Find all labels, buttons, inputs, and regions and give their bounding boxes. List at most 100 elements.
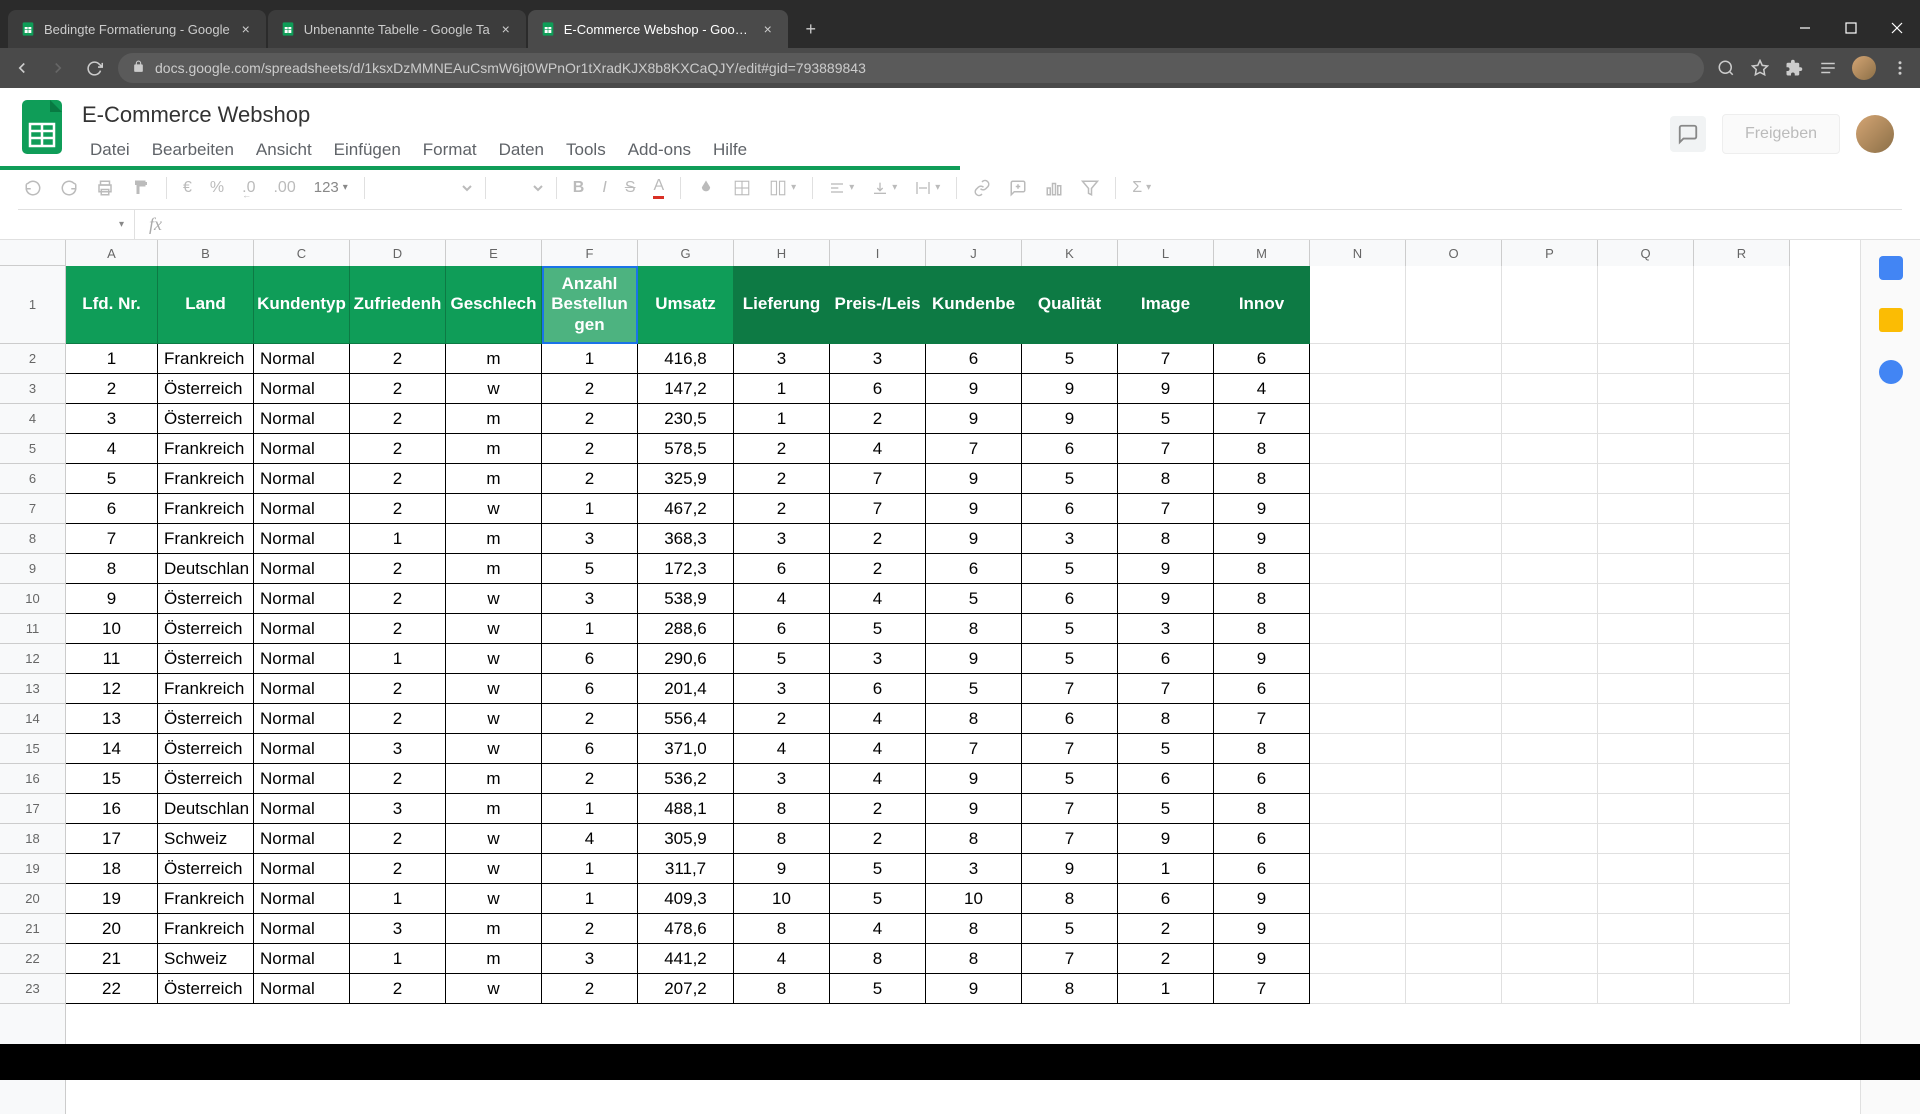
data-cell[interactable]: 1 xyxy=(542,344,638,374)
data-cell[interactable]: 368,3 xyxy=(638,524,734,554)
tasks-addon-icon[interactable] xyxy=(1879,360,1903,384)
data-cell[interactable]: 6 xyxy=(542,734,638,764)
data-cell[interactable]: 8 xyxy=(734,824,830,854)
data-cell[interactable]: m xyxy=(446,764,542,794)
data-cell[interactable]: 5 xyxy=(1118,734,1214,764)
row-header[interactable]: 17 xyxy=(0,794,65,824)
data-cell[interactable]: 467,2 xyxy=(638,494,734,524)
empty-cell[interactable] xyxy=(1598,524,1694,554)
data-cell[interactable]: 5 xyxy=(734,644,830,674)
close-icon[interactable]: × xyxy=(760,21,776,37)
empty-cell[interactable] xyxy=(1694,944,1790,974)
data-cell[interactable]: 9 xyxy=(1214,644,1310,674)
empty-cell[interactable] xyxy=(1694,434,1790,464)
data-cell[interactable]: 2 xyxy=(350,434,446,464)
empty-cell[interactable] xyxy=(1310,914,1406,944)
data-cell[interactable]: 4 xyxy=(66,434,158,464)
data-cell[interactable]: 2 xyxy=(350,494,446,524)
data-cell[interactable]: 1 xyxy=(542,884,638,914)
empty-cell[interactable] xyxy=(1502,824,1598,854)
italic-button[interactable]: I xyxy=(596,175,612,201)
empty-cell[interactable] xyxy=(1694,524,1790,554)
data-cell[interactable]: 2 xyxy=(350,764,446,794)
empty-cell[interactable] xyxy=(1406,674,1502,704)
data-cell[interactable]: 9 xyxy=(926,764,1022,794)
empty-cell[interactable] xyxy=(1598,494,1694,524)
data-cell[interactable]: 9 xyxy=(1022,374,1118,404)
row-header[interactable]: 2 xyxy=(0,344,65,374)
data-cell[interactable]: 8 xyxy=(1118,704,1214,734)
data-cell[interactable]: 6 xyxy=(1214,674,1310,704)
data-cell[interactable]: 8 xyxy=(1022,884,1118,914)
data-cell[interactable]: 9 xyxy=(926,524,1022,554)
data-cell[interactable]: 1 xyxy=(350,944,446,974)
data-cell[interactable]: 4 xyxy=(1214,374,1310,404)
data-cell[interactable]: 9 xyxy=(1214,494,1310,524)
data-cell[interactable]: 18 xyxy=(66,854,158,884)
empty-cell[interactable] xyxy=(1694,266,1790,344)
data-cell[interactable]: Österreich xyxy=(158,614,254,644)
empty-cell[interactable] xyxy=(1598,914,1694,944)
data-cell[interactable]: 6 xyxy=(1022,494,1118,524)
menu-hilfe[interactable]: Hilfe xyxy=(703,134,757,166)
table-header-cell[interactable]: Zufriedenh xyxy=(350,266,446,344)
data-cell[interactable]: 9 xyxy=(1214,524,1310,554)
data-cell[interactable]: 3 xyxy=(734,764,830,794)
data-cell[interactable]: 2 xyxy=(734,464,830,494)
data-cell[interactable]: 9 xyxy=(926,644,1022,674)
data-cell[interactable]: 5 xyxy=(830,854,926,884)
nav-back-button[interactable] xyxy=(10,56,34,80)
data-cell[interactable]: 9 xyxy=(1118,824,1214,854)
horizontal-align-button[interactable] xyxy=(823,176,860,200)
data-cell[interactable]: 2 xyxy=(830,404,926,434)
empty-cell[interactable] xyxy=(1598,464,1694,494)
data-cell[interactable]: Normal xyxy=(254,644,350,674)
window-maximize-button[interactable] xyxy=(1828,8,1874,48)
column-header[interactable]: A xyxy=(66,240,158,266)
insert-link-button[interactable] xyxy=(967,175,997,201)
data-cell[interactable]: 21 xyxy=(66,944,158,974)
column-header[interactable]: R xyxy=(1694,240,1790,266)
data-cell[interactable]: 1 xyxy=(734,374,830,404)
data-cell[interactable]: 1 xyxy=(1118,854,1214,884)
data-cell[interactable]: 2 xyxy=(350,464,446,494)
data-cell[interactable]: 7 xyxy=(66,524,158,554)
data-cell[interactable]: 2 xyxy=(542,764,638,794)
menu-datei[interactable]: Datei xyxy=(80,134,140,166)
data-cell[interactable]: 201,4 xyxy=(638,674,734,704)
empty-cell[interactable] xyxy=(1406,614,1502,644)
data-cell[interactable]: 1 xyxy=(734,404,830,434)
data-cell[interactable]: Frankreich xyxy=(158,434,254,464)
data-cell[interactable]: 4 xyxy=(830,704,926,734)
row-header[interactable]: 23 xyxy=(0,974,65,1004)
data-cell[interactable]: 2 xyxy=(350,614,446,644)
empty-cell[interactable] xyxy=(1310,824,1406,854)
data-cell[interactable]: 8 xyxy=(734,974,830,1004)
data-cell[interactable]: 1 xyxy=(542,614,638,644)
data-cell[interactable]: 1 xyxy=(542,854,638,884)
strikethrough-button[interactable]: S xyxy=(619,175,642,201)
data-cell[interactable]: 2 xyxy=(66,374,158,404)
data-cell[interactable]: m xyxy=(446,794,542,824)
row-header[interactable]: 21 xyxy=(0,914,65,944)
data-cell[interactable]: 4 xyxy=(542,824,638,854)
empty-cell[interactable] xyxy=(1310,974,1406,1004)
empty-cell[interactable] xyxy=(1598,404,1694,434)
data-cell[interactable]: Normal xyxy=(254,584,350,614)
data-cell[interactable]: m xyxy=(446,914,542,944)
functions-button[interactable]: Σ xyxy=(1126,175,1157,201)
data-cell[interactable]: 8 xyxy=(1214,464,1310,494)
data-cell[interactable]: 8 xyxy=(926,824,1022,854)
empty-cell[interactable] xyxy=(1502,944,1598,974)
data-cell[interactable]: 6 xyxy=(734,554,830,584)
empty-cell[interactable] xyxy=(1406,374,1502,404)
data-cell[interactable]: 6 xyxy=(1118,764,1214,794)
data-cell[interactable]: 6 xyxy=(1214,854,1310,884)
data-cell[interactable]: 5 xyxy=(926,674,1022,704)
data-cell[interactable]: 9 xyxy=(1022,404,1118,434)
sheets-logo-icon[interactable] xyxy=(18,98,66,156)
data-cell[interactable]: 6 xyxy=(1214,344,1310,374)
empty-cell[interactable] xyxy=(1310,614,1406,644)
data-cell[interactable]: 5 xyxy=(830,614,926,644)
data-cell[interactable]: 1 xyxy=(542,494,638,524)
